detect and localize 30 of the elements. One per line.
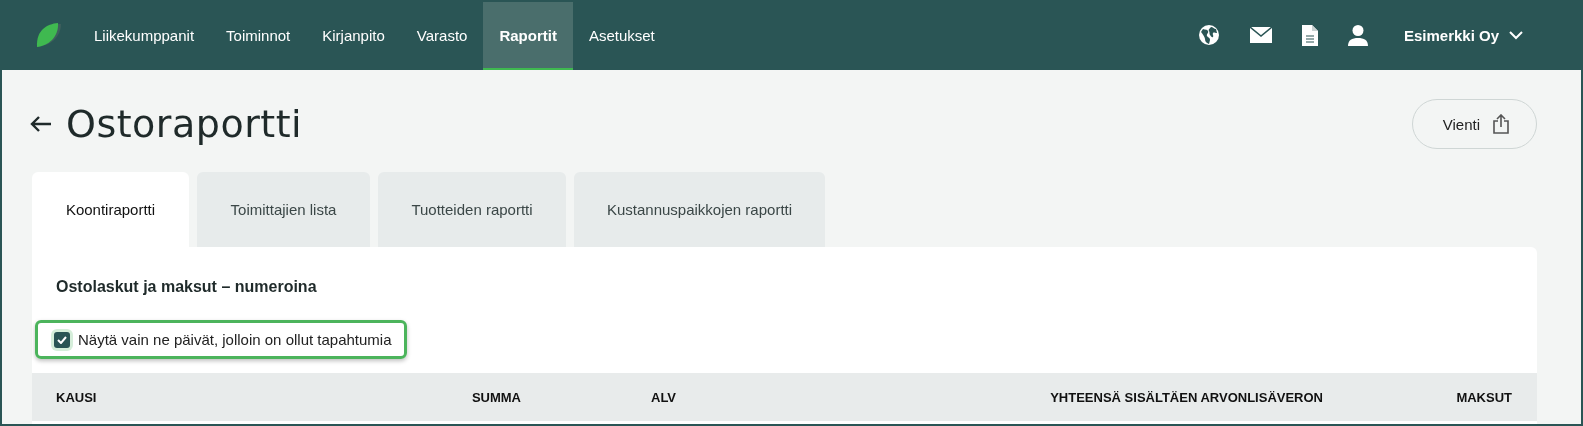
back-arrow-icon[interactable]: [30, 116, 52, 132]
column-header: MAKSUT: [1455, 389, 1512, 405]
checkbox[interactable]: [54, 331, 70, 348]
user-icon[interactable]: [1347, 24, 1368, 46]
column-header: SUMMA: [470, 389, 521, 405]
nav-item[interactable]: Toiminnot: [210, 2, 307, 70]
filter-checkbox[interactable]: Näytä vain ne päivät, jolloin on ollut tapahtumia: [35, 320, 407, 359]
nav-item[interactable]: Asetukset: [572, 2, 671, 70]
tab[interactable]: Kustannuspaikkojen raportti: [574, 172, 825, 247]
check-icon: [57, 335, 67, 344]
share-icon: [1492, 114, 1510, 134]
chevron-down-icon: [1509, 30, 1523, 40]
nav-item[interactable]: Varasto: [400, 2, 484, 70]
nav-item[interactable]: Liikekumppanit: [78, 2, 211, 70]
page-title: Ostoraportti: [66, 102, 304, 146]
column-header: ALV: [650, 389, 678, 405]
account-menu[interactable]: Esimerkki Oy: [1397, 0, 1529, 70]
tab[interactable]: Tuotteiden raportti: [378, 172, 566, 247]
leaf-logo-icon: [36, 22, 62, 48]
section-heading: Ostolaskut ja maksut – numeroina: [55, 277, 318, 297]
globe-icon[interactable]: [1197, 24, 1220, 46]
tab[interactable]: Koontiraportti: [32, 172, 189, 247]
column-header: KAUSI: [56, 389, 98, 405]
export-button[interactable]: Vienti: [1411, 99, 1537, 149]
nav-item[interactable]: Kirjanpito: [306, 2, 401, 70]
column-header: YHTEENSÄ SISÄLTÄEN ARVONLISÄVERON: [1049, 389, 1323, 405]
nav-item[interactable]: Raportit: [483, 2, 573, 70]
document-icon[interactable]: [1301, 24, 1318, 46]
mail-icon[interactable]: [1249, 27, 1272, 43]
tab[interactable]: Toimittajien lista: [197, 172, 370, 247]
